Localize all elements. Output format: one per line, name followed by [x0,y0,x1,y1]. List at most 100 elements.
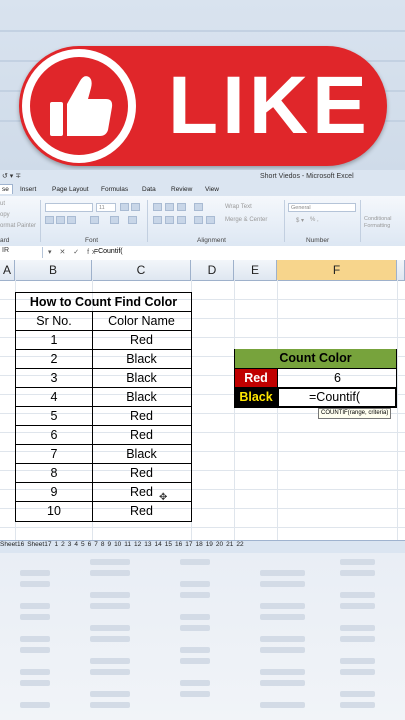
font-name-select[interactable] [45,203,93,212]
sheet-tab[interactable]: Sheet17 [27,541,51,548]
color-name-cell[interactable]: Black [92,388,191,407]
sheet-tab[interactable]: 1 [54,541,58,548]
align-left-button[interactable] [153,216,162,224]
black-label-cell[interactable]: Black [235,388,277,407]
active-cell-formula[interactable]: =Countif( [277,387,397,408]
tab-view[interactable]: View [205,186,219,193]
sheet-tabs: Sheet16 Sheet17 1 2 3 4 5 6 7 8 9 10 11 12 13 14 15 16 17 1… [0,540,405,553]
sheet-tab[interactable]: 7 [94,541,98,548]
sheet-tab[interactable]: 20 [216,541,223,548]
align-right-button[interactable] [177,216,186,224]
ribbon-tabs: se Insert Page Layout Formulas Data Revi… [0,184,405,196]
sr-no-cell[interactable]: 8 [16,464,92,483]
orientation-button[interactable] [194,203,203,211]
sheet-tab[interactable]: 12 [134,541,141,548]
merge-center-button[interactable]: Merge & Center [225,217,267,223]
sr-no-cell[interactable]: 3 [16,369,92,388]
shrink-font-button[interactable] [131,203,140,211]
number-format-select[interactable]: General [288,203,356,212]
sheet-tab[interactable]: 3 [68,541,72,548]
red-label-cell[interactable]: Red [235,369,277,387]
font-color-button[interactable] [128,216,137,224]
color-name-cell[interactable]: Black [92,445,191,464]
column-header-b[interactable]: B [15,260,92,280]
increase-indent-button[interactable] [206,216,215,224]
sr-no-cell[interactable]: 10 [16,502,92,521]
sr-no-cell[interactable]: 5 [16,407,92,426]
sheet-tab[interactable]: 10 [114,541,121,548]
align-center-button[interactable] [165,216,174,224]
color-name-cell[interactable]: Red [92,426,191,445]
tab-formulas[interactable]: Formulas [101,186,128,193]
red-count-cell[interactable]: 6 [278,369,397,388]
decrease-indent-button[interactable] [194,216,203,224]
sheet-tab[interactable]: 2 [61,541,65,548]
sheet-tab[interactable]: 8 [101,541,105,548]
wrap-text-button[interactable]: Wrap Text [225,204,252,210]
quick-access-toolbar[interactable]: ↺ ▾ ∓ [2,172,21,180]
sheet-tab[interactable]: 21 [226,541,233,548]
worksheet-grid[interactable]: A B C D E F How to Count Find Color Sr N… [0,260,405,540]
column-header-e[interactable]: E [234,260,277,280]
sheet-tab[interactable]: 9 [107,541,111,548]
sr-no-cell[interactable]: 7 [16,445,92,464]
conditional-formatting-button[interactable]: Conditional Formatting [364,216,402,230]
sr-no-cell[interactable]: 1 [16,331,92,350]
sr-no-cell[interactable]: 9 [16,483,92,502]
color-name-cell[interactable]: Red [92,331,191,350]
tab-insert[interactable]: Insert [20,186,36,193]
percent-comma-buttons[interactable]: % , [310,217,319,223]
column-header-f[interactable]: F [277,260,397,280]
column-header-d[interactable]: D [191,260,234,280]
formula-buttons[interactable]: ▾ ✕ ✓ fx [48,248,99,256]
italic-button[interactable] [56,216,65,224]
sheet-tab[interactable]: 6 [88,541,92,548]
borders-button[interactable] [90,216,99,224]
copy-button[interactable]: opy [0,212,10,218]
color-name-cell[interactable]: Red [92,464,191,483]
sheet-tab[interactable]: 15 [165,541,172,548]
name-box[interactable]: IR [0,247,43,258]
grow-font-button[interactable] [120,203,129,211]
sr-no-cell[interactable]: 4 [16,388,92,407]
color-name-cell[interactable]: Red [92,483,191,502]
color-name-cell[interactable]: Red [92,502,191,521]
tab-home[interactable]: se [0,184,13,194]
sheet-tab[interactable]: 19 [206,541,213,548]
color-name-cell[interactable]: Black [92,369,191,388]
sheet-tab[interactable]: Sheet16 [0,541,24,548]
sheet-tab[interactable]: 5 [81,541,85,548]
bold-button[interactable] [45,216,54,224]
currency-button[interactable]: $ ▾ [296,217,304,224]
tab-data[interactable]: Data [142,186,156,193]
color-name-cell[interactable]: Red [92,407,191,426]
align-middle-button[interactable] [165,203,174,211]
like-label: LIKE [168,60,371,151]
color-name-cell[interactable]: Black [92,350,191,369]
sheet-tab[interactable]: 22 [236,541,243,548]
fill-color-button[interactable] [110,216,119,224]
column-header-c[interactable]: C [92,260,191,280]
format-painter-button[interactable]: ormat Painter [0,223,36,229]
sheet-tab[interactable]: 17 [185,541,192,548]
sheet-tab[interactable]: 4 [74,541,78,548]
underline-button[interactable] [67,216,76,224]
cut-button[interactable]: ut [0,201,5,207]
align-bottom-button[interactable] [177,203,186,211]
font-size-select[interactable]: 11 [96,203,116,212]
table-title: How to Count Find Color [29,295,178,309]
sr-no-cell[interactable]: 2 [16,350,92,369]
sheet-tab[interactable]: 14 [155,541,162,548]
column-header-g[interactable] [397,260,405,280]
sheet-tab[interactable]: 18 [195,541,202,548]
formula-input[interactable]: =Countif( [94,248,123,255]
sheet-tab[interactable]: 16 [175,541,182,548]
sheet-tab[interactable]: 13 [144,541,151,548]
tab-page-layout[interactable]: Page Layout [52,186,89,193]
sr-no-cell[interactable]: 6 [16,426,92,445]
column-header-a[interactable]: A [0,260,15,280]
formula-bar: IR ▾ ✕ ✓ fx =Countif( [0,246,405,261]
sheet-tab[interactable]: 11 [124,541,131,548]
align-top-button[interactable] [153,203,162,211]
tab-review[interactable]: Review [171,186,192,193]
